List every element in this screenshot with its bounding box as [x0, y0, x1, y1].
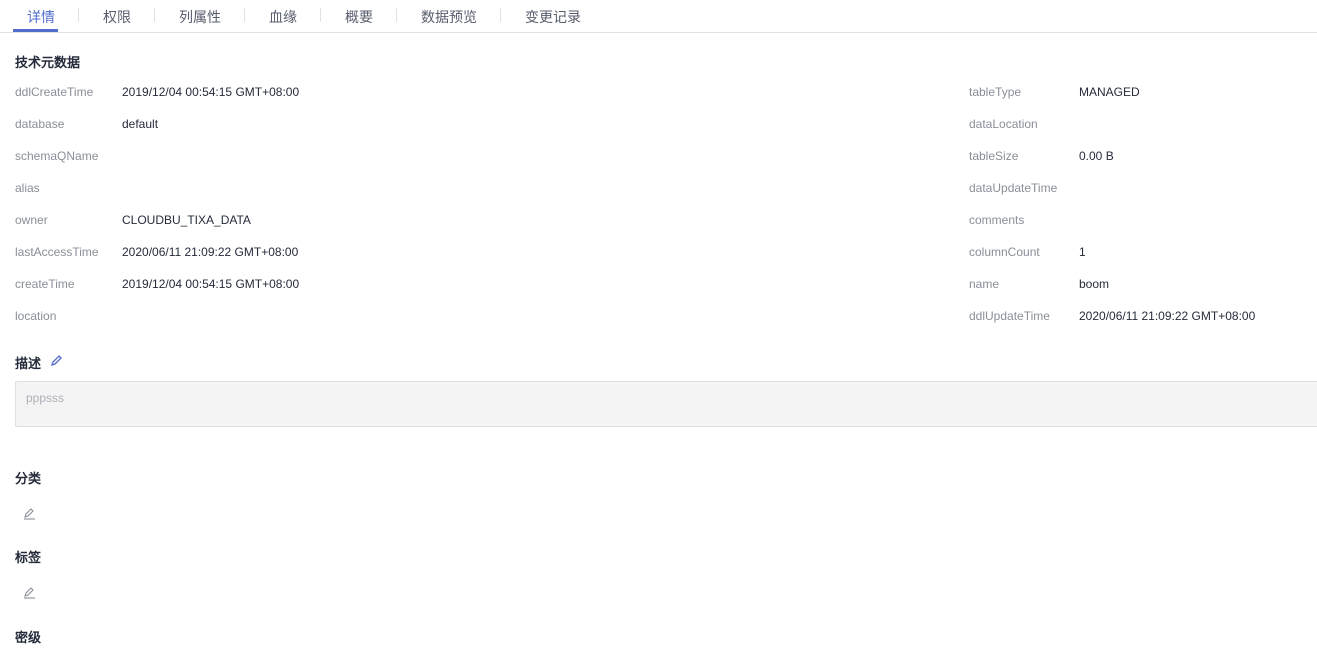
divider [320, 8, 321, 22]
divider [78, 8, 79, 22]
field-label-tableSize: tableSize [969, 149, 1019, 163]
field-value-tableSize: 0.00 B [1079, 149, 1114, 163]
section-title-security-level: 密级 [15, 630, 42, 645]
field-value-ddlUpdateTime: 2020/06/11 21:09:22 GMT+08:00 [1079, 309, 1256, 323]
field-label-ddlUpdateTime: ddlUpdateTime [969, 309, 1050, 323]
tab-bar: 详情 权限 列属性 血缘 概要 数据预览 变更记录 [0, 0, 1317, 33]
field-label-name: name [969, 277, 1000, 291]
tab-column-attributes[interactable]: 列属性 [179, 7, 221, 27]
tab-data-preview[interactable]: 数据预览 [421, 7, 477, 27]
section-title-category: 分类 [15, 471, 42, 486]
field-value-createTime: 2019/12/04 00:54:15 GMT+08:00 [122, 277, 300, 291]
field-label-dataUpdateTime: dataUpdateTime [969, 181, 1058, 195]
tab-details[interactable]: 详情 [27, 7, 55, 27]
tab-change-log[interactable]: 变更记录 [525, 7, 581, 27]
description-field[interactable]: pppsss [15, 381, 1317, 427]
field-label-ddlCreateTime: ddlCreateTime [15, 85, 94, 99]
field-value-columnCount: 1 [1079, 245, 1086, 259]
field-value-tableType: MANAGED [1079, 85, 1140, 99]
field-label-location: location [15, 309, 57, 323]
divider [244, 8, 245, 22]
divider [500, 8, 501, 22]
field-label-owner: owner [15, 213, 48, 227]
active-tab-indicator [13, 29, 58, 32]
field-label-database: database [15, 117, 65, 131]
section-title-tags: 标签 [15, 550, 42, 565]
field-label-createTime: createTime [15, 277, 75, 291]
section-title-tech-metadata: 技术元数据 [15, 55, 81, 70]
field-value-database: default [122, 117, 159, 131]
edit-tags-icon[interactable] [23, 586, 36, 599]
edit-description-icon[interactable] [50, 353, 64, 367]
field-value-owner: CLOUDBU_TIXA_DATA [122, 213, 251, 227]
field-label-tableType: tableType [969, 85, 1022, 99]
field-value-ddlCreateTime: 2019/12/04 00:54:15 GMT+08:00 [122, 85, 300, 99]
field-label-schemaQName: schemaQName [15, 149, 99, 163]
field-label-alias: alias [15, 181, 40, 195]
tab-lineage[interactable]: 血缘 [269, 7, 297, 27]
tab-overview[interactable]: 概要 [345, 7, 373, 27]
edit-category-icon[interactable] [23, 507, 36, 520]
field-value-lastAccessTime: 2020/06/11 21:09:22 GMT+08:00 [122, 245, 299, 259]
divider [396, 8, 397, 22]
field-label-dataLocation: dataLocation [969, 117, 1038, 131]
divider [154, 8, 155, 22]
tab-permissions[interactable]: 权限 [103, 7, 131, 27]
field-label-lastAccessTime: lastAccessTime [15, 245, 99, 259]
field-value-name: boom [1079, 277, 1110, 291]
section-title-description: 描述 [15, 356, 42, 371]
field-label-comments: comments [969, 213, 1025, 227]
field-label-columnCount: columnCount [969, 245, 1040, 259]
